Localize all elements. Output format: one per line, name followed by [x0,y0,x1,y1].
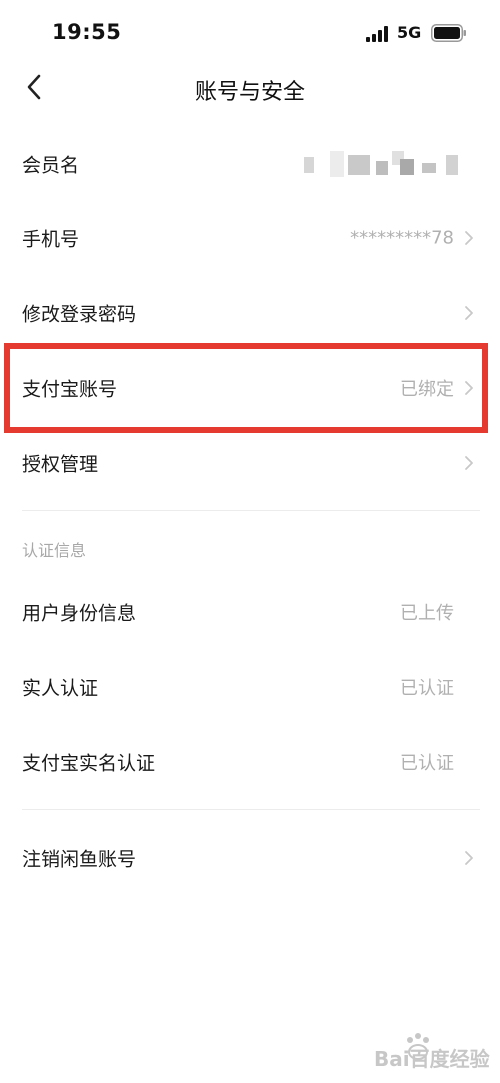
network-type: 5G [397,23,422,42]
chevron-right-icon [465,455,473,470]
change-password-row[interactable]: 修改登录密码 [0,275,500,350]
row-value: *********78 [350,227,454,248]
row-label: 授权管理 [22,453,99,475]
baidu-jingyan-watermark: Bai百度经验 [374,1033,490,1070]
row-label: 用户身份信息 [22,602,137,624]
navigation-bar: 账号与安全 [0,62,500,114]
deactivate-account-row[interactable]: 注销闲鱼账号 [0,820,500,895]
chevron-right-icon [465,305,473,320]
page-title: 账号与安全 [194,80,305,105]
member-name-row[interactable]: 会员名 [0,126,500,201]
battery-icon [431,24,466,42]
row-label: 会员名 [22,154,80,176]
section-divider [22,809,480,810]
cellular-signal-icon [366,26,388,42]
status-time: 19:55 [52,20,122,44]
alipay-realname-verification-row[interactable]: 支付宝实名认证 已认证 [0,724,500,799]
chevron-right-icon [465,230,473,245]
row-label: 注销闲鱼账号 [22,848,137,870]
chevron-right-icon [465,850,473,865]
alipay-account-row[interactable]: 支付宝账号 已绑定 [0,350,500,425]
row-label: 实人认证 [22,677,99,699]
row-label: 修改登录密码 [22,303,137,325]
row-value: 已认证 [400,677,454,699]
row-label: 手机号 [22,228,80,250]
row-value: 已上传 [400,602,454,624]
status-bar: 19:55 5G [0,0,500,62]
row-value: 已认证 [400,752,454,774]
real-person-verification-row[interactable]: 实人认证 已认证 [0,649,500,724]
authorization-management-row[interactable]: 授权管理 [0,425,500,500]
section-header: 认证信息 [22,541,87,560]
chevron-right-icon [465,380,473,395]
watermark-text: Bai百度经验 [374,1047,490,1070]
section-divider [22,510,480,511]
row-value: 已绑定 [400,378,454,400]
phone-number-row[interactable]: 手机号 *********78 [0,200,500,275]
account-security-page: 19:55 5G 账号与安全 会员名 手机号 *********78 修改登录密… [0,0,500,1083]
row-label: 支付宝实名认证 [22,752,156,774]
masked-username [304,150,458,177]
identity-info-row[interactable]: 用户身份信息 已上传 [0,574,500,649]
row-label: 支付宝账号 [22,378,118,400]
